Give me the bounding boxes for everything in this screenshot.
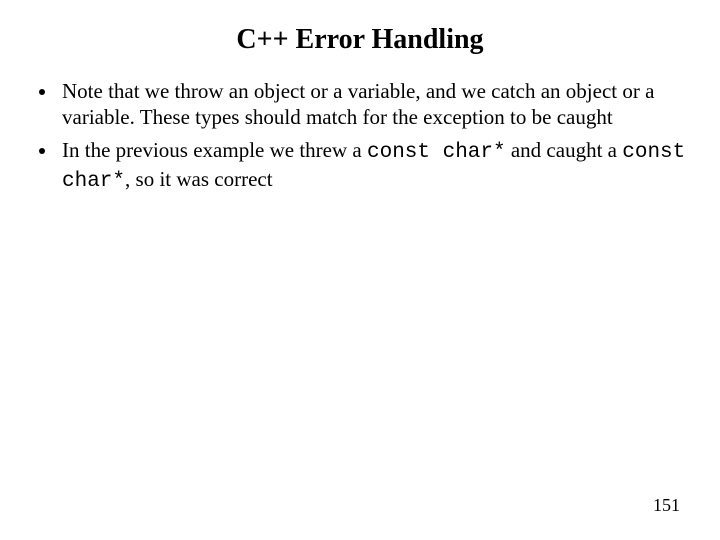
bullet-text: Note that we throw an object or a variab… [62,79,654,129]
code-literal: const char* [367,141,506,164]
bullet-text: , so it was correct [125,167,273,191]
slide-title: C++ Error Handling [30,24,690,56]
slide: C++ Error Handling Note that we throw an… [0,0,720,540]
list-item: In the previous example we threw a const… [58,137,690,196]
page-number: 151 [653,495,680,516]
bullet-text: and caught a [506,138,623,162]
bullet-text: In the previous example we threw a [62,138,367,162]
list-item: Note that we throw an object or a variab… [58,78,690,131]
bullet-list: Note that we throw an object or a variab… [58,78,690,195]
